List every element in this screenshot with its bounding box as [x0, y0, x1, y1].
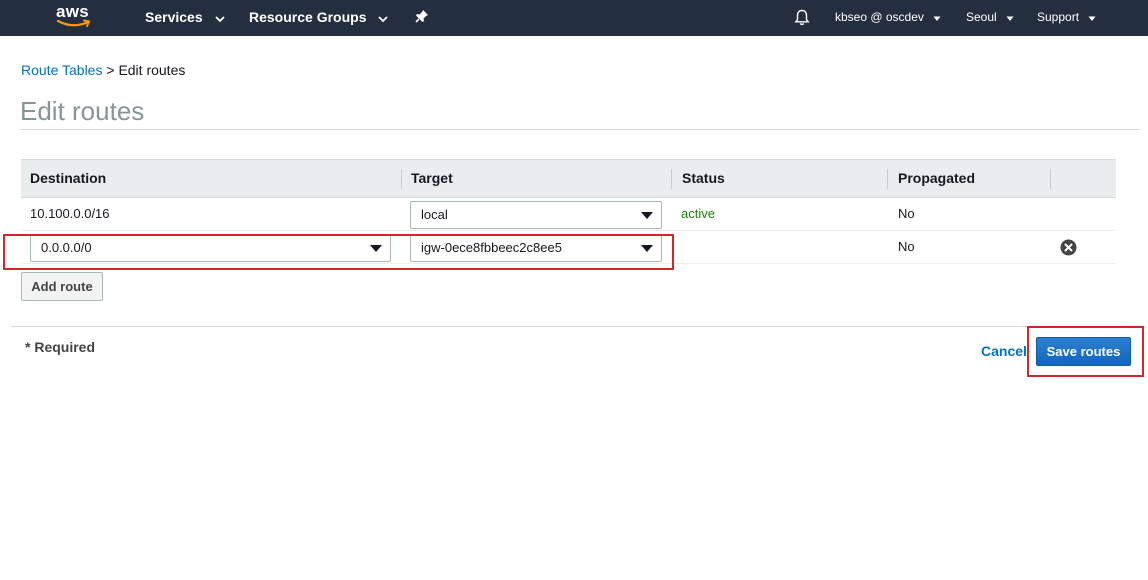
chevron-down-icon [214, 1, 225, 35]
account-label: kbseo @ oscdev [835, 10, 924, 24]
column-header-destination[interactable]: Destination [30, 160, 106, 198]
propagated-cell: No [898, 239, 915, 254]
column-separator [887, 169, 888, 189]
footer-divider [10, 326, 1143, 327]
breadcrumb: Route Tables > Edit routes [21, 62, 185, 78]
bell-icon[interactable] [794, 9, 810, 27]
support-menu[interactable]: Support [1037, 0, 1096, 36]
target-select-value: local [421, 207, 448, 222]
chevron-down-icon [1006, 1, 1014, 35]
region-label: Seoul [966, 10, 997, 24]
pin-icon[interactable] [415, 9, 429, 25]
remove-route-icon[interactable] [1060, 239, 1077, 256]
breadcrumb-separator: > [106, 62, 115, 78]
column-separator [671, 169, 672, 189]
aws-smile-icon [56, 19, 90, 27]
required-note: * Required [25, 339, 96, 355]
services-label: Services [145, 9, 203, 25]
support-label: Support [1037, 10, 1080, 24]
cancel-link[interactable]: Cancel [981, 343, 1027, 359]
dropdown-caret-icon [641, 212, 653, 219]
highlight-save-box [1027, 326, 1144, 377]
table-header: Destination Target Status Propagated [21, 159, 1116, 198]
title-divider [20, 129, 1140, 130]
chevron-down-icon [933, 1, 941, 35]
resource-groups-label: Resource Groups [249, 9, 367, 25]
table-row: 10.100.0.0/16 local active No [21, 198, 1116, 231]
column-separator [401, 169, 402, 189]
target-select[interactable]: local [410, 201, 662, 229]
destination-cell: 10.100.0.0/16 [30, 206, 110, 221]
column-header-propagated[interactable]: Propagated [898, 160, 975, 198]
resource-groups-menu[interactable]: Resource Groups [249, 0, 389, 36]
column-separator [1050, 169, 1051, 189]
page-title: Edit routes [20, 96, 145, 126]
highlight-new-route-box [3, 234, 674, 270]
region-menu[interactable]: Seoul [966, 0, 1014, 36]
breadcrumb-route-tables-link[interactable]: Route Tables [21, 62, 102, 78]
add-route-button[interactable]: Add route [21, 272, 103, 301]
chevron-down-icon [1088, 1, 1096, 35]
propagated-cell: No [898, 206, 915, 221]
services-menu[interactable]: Services [145, 0, 225, 36]
top-navigation: aws Services Resource Groups kbseo @ osc… [0, 0, 1148, 36]
account-menu[interactable]: kbseo @ oscdev [835, 0, 941, 36]
column-header-status[interactable]: Status [682, 160, 725, 198]
chevron-down-icon [378, 1, 389, 35]
breadcrumb-current: Edit routes [118, 62, 186, 78]
aws-logo[interactable]: aws [56, 2, 96, 32]
status-cell: active [681, 206, 715, 221]
column-header-target[interactable]: Target [411, 160, 453, 198]
